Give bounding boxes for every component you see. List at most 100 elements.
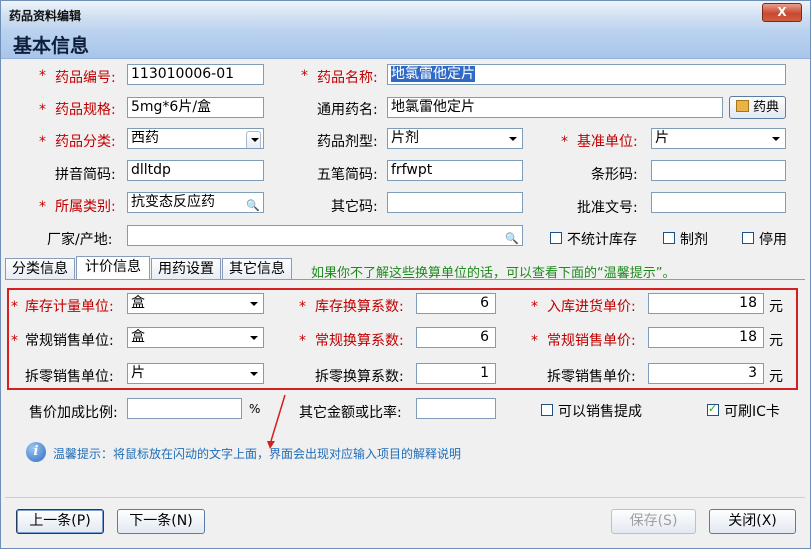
split-unit-label: 拆零销售单位: <box>25 369 114 385</box>
sale-price-input[interactable]: 18 <box>648 327 764 348</box>
split-factor-label: 拆零换算系数: <box>315 369 404 385</box>
required-mark: * <box>299 333 306 349</box>
save-button[interactable]: 保存(S) <box>611 509 696 534</box>
chevron-down-icon[interactable] <box>246 366 261 381</box>
dosage-value: 片剂 <box>391 130 419 146</box>
stock-unit-value: 盒 <box>131 295 145 311</box>
percent-sign: % <box>249 402 261 416</box>
sales-commission-label: 可以销售提成 <box>558 404 642 420</box>
prev-record-button[interactable]: 上一条(P) <box>16 509 104 534</box>
ic-card-checkbox[interactable] <box>707 402 719 416</box>
markup-label: 售价加成比例: <box>29 405 118 421</box>
class-input[interactable]: 抗变态反应药 🔍 <box>127 192 264 213</box>
disabled-label: 停用 <box>759 232 787 248</box>
unit-label: 基准单位: <box>577 134 638 150</box>
wubi-label: 五笔简码: <box>317 167 378 183</box>
name-input[interactable]: 地氯雷他定片 <box>387 64 786 85</box>
other-amount-label: 其它金额或比率: <box>299 405 402 421</box>
chevron-down-icon[interactable] <box>505 131 520 146</box>
chevron-down-icon[interactable] <box>246 330 261 345</box>
book-icon <box>735 100 749 112</box>
no-stock-checkbox[interactable] <box>550 232 562 244</box>
tab-pricing-info[interactable]: 计价信息 <box>76 256 150 280</box>
generic-label: 通用药名: <box>317 102 378 118</box>
yuan-unit: 元 <box>769 333 783 349</box>
required-mark: * <box>11 333 18 349</box>
code-label: 药品编号: <box>55 70 116 86</box>
spec-input[interactable]: 5mg*6片/盒 <box>127 97 264 118</box>
purchase-price-label: 入库进货单价: <box>547 299 636 315</box>
required-mark: * <box>299 299 306 315</box>
dosage-label: 药品剂型: <box>317 134 378 150</box>
name-value: 地氯雷他定片 <box>391 66 475 82</box>
stock-unit-label: 库存计量单位: <box>25 299 114 315</box>
search-icon[interactable]: 🔍 <box>246 196 260 212</box>
next-record-button[interactable]: 下一条(N) <box>117 509 205 534</box>
search-icon[interactable]: 🔍 <box>505 229 519 245</box>
tab-medication-settings[interactable]: 用药设置 <box>151 258 221 279</box>
section-header: 基本信息 <box>1 28 810 59</box>
window-title: 药品资料编辑 <box>9 9 82 23</box>
class-value: 抗变态反应药 <box>131 194 215 210</box>
approval-input[interactable] <box>651 192 786 213</box>
yuan-unit: 元 <box>769 299 783 315</box>
sales-commission-checkbox[interactable] <box>541 404 553 416</box>
other-amount-input[interactable] <box>416 398 496 419</box>
required-mark: * <box>531 333 538 349</box>
required-mark: * <box>39 199 46 215</box>
section-title: 基本信息 <box>13 35 90 57</box>
required-mark: * <box>39 134 46 150</box>
chevron-down-icon[interactable] <box>246 296 261 311</box>
chevron-down-icon[interactable] <box>768 131 783 146</box>
code-input[interactable]: 113010006-01 <box>127 64 264 85</box>
preparation-label: 制剂 <box>680 232 708 248</box>
barcode-input[interactable] <box>651 160 786 181</box>
stock-factor-input[interactable]: 6 <box>416 293 496 314</box>
sale-factor-label: 常规换算系数: <box>315 333 404 349</box>
barcode-label: 条形码: <box>591 167 638 183</box>
maker-input[interactable]: 🔍 <box>127 225 523 246</box>
category-select[interactable]: 西药 <box>127 128 264 149</box>
disabled-checkbox[interactable] <box>742 232 754 244</box>
tab-category-info[interactable]: 分类信息 <box>5 258 75 279</box>
unit-select[interactable]: 片 <box>651 128 786 149</box>
stock-unit-select[interactable]: 盒 <box>127 293 264 314</box>
name-label: 药品名称: <box>317 70 378 86</box>
no-stock-label: 不统计库存 <box>567 232 637 248</box>
preparation-checkbox[interactable] <box>663 232 675 244</box>
wubi-input[interactable]: frfwpt <box>387 160 523 181</box>
required-mark: * <box>561 134 568 150</box>
purchase-price-input[interactable]: 18 <box>648 293 764 314</box>
tab-other-info[interactable]: 其它信息 <box>222 258 292 279</box>
required-mark: * <box>531 299 538 315</box>
sale-price-label: 常规销售单价: <box>547 333 636 349</box>
split-price-input[interactable]: 3 <box>648 363 764 384</box>
conversion-hint: 如果你不了解这些换算单位的话，可以查看下面的“温馨提示”。 <box>311 266 676 281</box>
chevron-down-icon[interactable] <box>246 131 261 148</box>
sale-unit-select[interactable]: 盒 <box>127 327 264 348</box>
unit-value: 片 <box>655 130 669 146</box>
title-bar[interactable]: 药品资料编辑 X <box>1 1 810 28</box>
pinyin-input[interactable]: dlltdp <box>127 160 264 181</box>
split-price-label: 拆零销售单价: <box>547 369 636 385</box>
markup-input[interactable] <box>127 398 242 419</box>
yuan-unit: 元 <box>769 369 783 385</box>
close-button[interactable]: 关闭(X) <box>709 509 796 534</box>
pinyin-label: 拼音简码: <box>55 167 116 183</box>
other-code-input[interactable] <box>387 192 523 213</box>
dosage-select[interactable]: 片剂 <box>387 128 523 149</box>
generic-input[interactable]: 地氯雷他定片 <box>387 97 723 118</box>
maker-label: 厂家/产地: <box>47 232 113 248</box>
close-window-button[interactable]: X <box>762 3 802 22</box>
spec-label: 药品规格: <box>55 102 116 118</box>
class-label: 所属类别: <box>55 199 116 215</box>
split-unit-select[interactable]: 片 <box>127 363 264 384</box>
dictionary-button[interactable]: 药典 <box>729 96 786 119</box>
split-factor-input[interactable]: 1 <box>416 363 496 384</box>
footer-separator <box>5 497 805 498</box>
sale-factor-input[interactable]: 6 <box>416 327 496 348</box>
required-mark: * <box>39 68 46 84</box>
split-unit-value: 片 <box>131 365 145 381</box>
approval-label: 批准文号: <box>577 200 638 216</box>
other-code-label: 其它码: <box>331 199 378 215</box>
